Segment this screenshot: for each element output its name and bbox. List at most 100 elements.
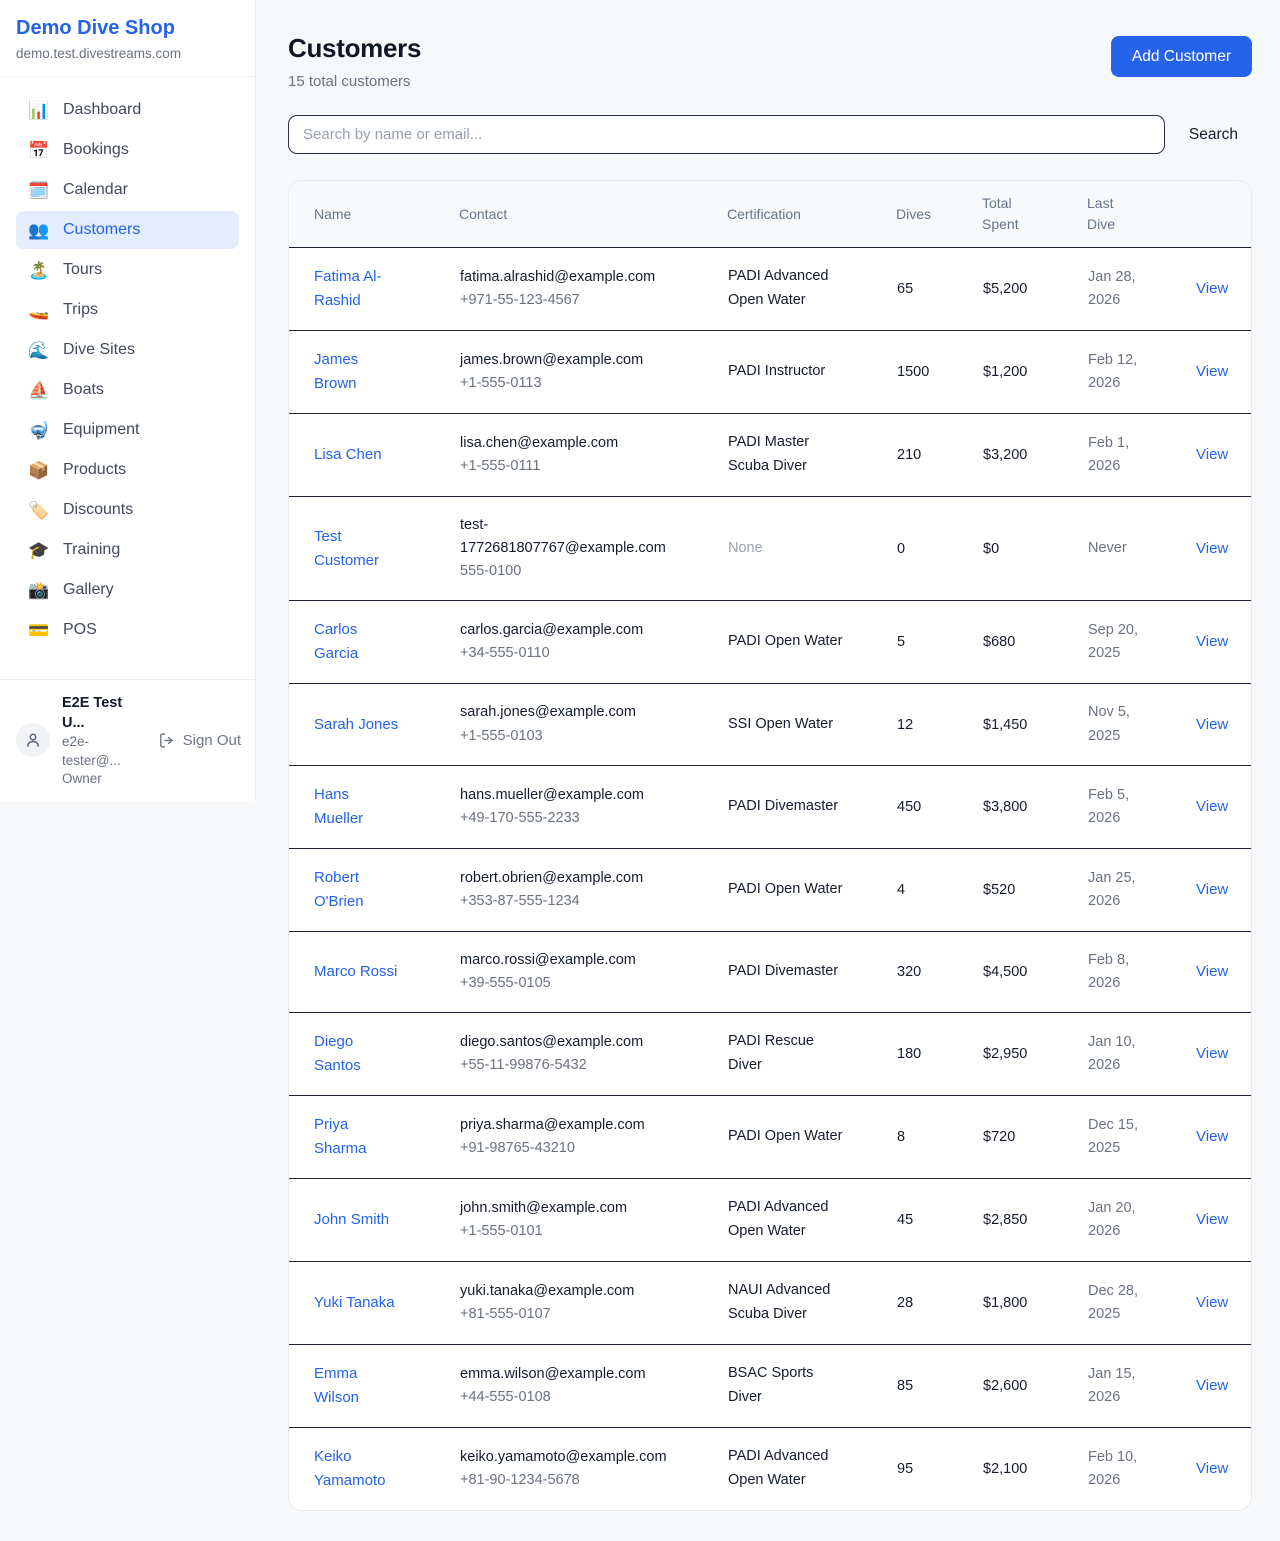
customer-last-dive: Jan 15, 2026 [1088, 1363, 1143, 1409]
customer-name-link[interactable]: Marco Rossi [314, 960, 397, 984]
customer-certification: PADI Divemaster [728, 960, 846, 984]
customer-view-link[interactable]: View [1196, 446, 1228, 463]
customer-last-dive: Jan 25, 2026 [1088, 867, 1143, 913]
customer-phone: +34-555-0110 [460, 642, 671, 665]
customer-last-dive: Feb 10, 2026 [1088, 1446, 1143, 1492]
user-email: e2e-tester@... [62, 733, 146, 769]
customer-view-link[interactable]: View [1196, 363, 1228, 380]
sidebar-item-training[interactable]: 🎓 Training [16, 531, 239, 569]
customer-name-link[interactable]: James Brown [314, 348, 402, 396]
sidebar-item-dashboard[interactable]: 📊 Dashboard [16, 91, 239, 129]
search-button[interactable]: Search [1189, 126, 1252, 144]
customer-total-spent: $3,800 [983, 799, 1027, 815]
customer-name-link[interactable]: Keiko Yamamoto [314, 1445, 402, 1493]
column-header-name: Name [289, 181, 459, 248]
customer-certification: PADI Advanced Open Water [728, 1196, 846, 1244]
sign-out-button[interactable]: Sign Out [158, 732, 241, 749]
customer-phone: +353-87-555-1234 [460, 890, 671, 913]
customer-phone: +44-555-0108 [460, 1386, 671, 1409]
customer-last-dive: Never [1088, 537, 1127, 560]
search-input[interactable] [288, 115, 1165, 154]
add-customer-button[interactable]: Add Customer [1111, 36, 1252, 77]
customer-total-spent: $1,800 [983, 1295, 1027, 1311]
customer-total-spent: $720 [983, 1129, 1015, 1145]
customer-total-spent: $4,500 [983, 964, 1027, 980]
customer-certification: SSI Open Water [728, 713, 846, 737]
customer-name-link[interactable]: Fatima Al-Rashid [314, 265, 402, 313]
customer-dives: 1500 [897, 364, 929, 380]
sidebar-item-boats[interactable]: ⛵ Boats [16, 371, 239, 409]
customer-dives: 8 [897, 1129, 905, 1145]
customer-name-link[interactable]: Yuki Tanaka [314, 1291, 395, 1315]
customer-last-dive: Feb 8, 2026 [1088, 949, 1143, 995]
customer-phone: +81-90-1234-5678 [460, 1469, 671, 1492]
customer-view-link[interactable]: View [1196, 1045, 1228, 1062]
table-row: Marco Rossi marco.rossi@example.com +39-… [289, 931, 1252, 1012]
customer-name-link[interactable]: John Smith [314, 1208, 389, 1232]
customer-name-link[interactable]: Sarah Jones [314, 713, 398, 737]
customer-dives: 450 [897, 799, 921, 815]
customer-certification: PADI Open Water [728, 878, 846, 902]
customer-name-link[interactable]: Priya Sharma [314, 1113, 402, 1161]
customer-view-link[interactable]: View [1196, 540, 1228, 557]
sidebar-item-products[interactable]: 📦 Products [16, 451, 239, 489]
customer-name-link[interactable]: Robert O'Brien [314, 866, 402, 914]
table-row: Priya Sharma priya.sharma@example.com +9… [289, 1096, 1252, 1179]
sidebar-item-discounts[interactable]: 🏷️ Discounts [16, 491, 239, 529]
table-row: Fatima Al-Rashid fatima.alrashid@example… [289, 248, 1252, 331]
customer-view-link[interactable]: View [1196, 881, 1228, 898]
bookings-icon: 📅 [28, 142, 50, 159]
customer-total-spent: $2,600 [983, 1378, 1027, 1394]
sidebar-nav: 📊 Dashboard 📅 Bookings 🗓️ Calendar 👥 Cus… [0, 77, 255, 649]
column-header-dives: Dives [896, 181, 982, 248]
sidebar-item-pos[interactable]: 💳 POS [16, 611, 239, 649]
customer-view-link[interactable]: View [1196, 716, 1228, 733]
customer-email: yuki.tanaka@example.com [460, 1280, 671, 1303]
customer-view-link[interactable]: View [1196, 1294, 1228, 1311]
customer-view-link[interactable]: View [1196, 1211, 1228, 1228]
pos-icon: 💳 [28, 622, 50, 639]
customer-name-link[interactable]: Carlos Garcia [314, 618, 402, 666]
table-row: Keiko Yamamoto keiko.yamamoto@example.co… [289, 1427, 1252, 1510]
sidebar-item-customers[interactable]: 👥 Customers [16, 211, 239, 249]
customer-view-link[interactable]: View [1196, 1128, 1228, 1145]
customer-email: priya.sharma@example.com [460, 1114, 671, 1137]
customer-view-link[interactable]: View [1196, 798, 1228, 815]
customer-phone: +1-555-0103 [460, 725, 671, 748]
sidebar-item-gallery[interactable]: 📸 Gallery [16, 571, 239, 609]
app: Demo Dive Shop demo.test.divestreams.com… [0, 0, 1280, 1541]
avatar [16, 723, 50, 757]
customer-certification: PADI Advanced Open Water [728, 265, 846, 313]
column-header-total-spent: Total Spent [982, 181, 1087, 248]
customer-phone: +971-55-123-4567 [460, 289, 671, 312]
sidebar-item-calendar[interactable]: 🗓️ Calendar [16, 171, 239, 209]
customer-phone: +1-555-0101 [460, 1220, 671, 1243]
customer-name-link[interactable]: Emma Wilson [314, 1362, 402, 1410]
customer-name-link[interactable]: Lisa Chen [314, 443, 382, 467]
customer-last-dive: Dec 28, 2025 [1088, 1280, 1143, 1326]
customer-dives: 85 [897, 1378, 913, 1394]
discounts-icon: 🏷️ [28, 502, 50, 519]
customer-total-spent: $520 [983, 882, 1015, 898]
customer-dives: 45 [897, 1212, 913, 1228]
customer-view-link[interactable]: View [1196, 633, 1228, 650]
customer-view-link[interactable]: View [1196, 963, 1228, 980]
customer-dives: 4 [897, 882, 905, 898]
page-header: Customers 15 total customers Add Custome… [288, 33, 1252, 90]
sidebar-item-dive-sites[interactable]: 🌊 Dive Sites [16, 331, 239, 369]
customer-name-link[interactable]: Diego Santos [314, 1030, 402, 1078]
sidebar-item-equipment[interactable]: 🤿 Equipment [16, 411, 239, 449]
customer-name-link[interactable]: Hans Mueller [314, 783, 402, 831]
customer-phone: +91-98765-43210 [460, 1137, 671, 1160]
sidebar-item-tours[interactable]: 🏝️ Tours [16, 251, 239, 289]
customer-view-link[interactable]: View [1196, 280, 1228, 297]
person-icon [24, 731, 42, 749]
customer-view-link[interactable]: View [1196, 1377, 1228, 1394]
sidebar-item-bookings[interactable]: 📅 Bookings [16, 131, 239, 169]
customers-table-card: NameContactCertificationDivesTotal Spent… [288, 180, 1252, 1511]
customer-view-link[interactable]: View [1196, 1460, 1228, 1477]
customer-name-link[interactable]: Test Customer [314, 525, 402, 573]
sidebar-item-trips[interactable]: 🚤 Trips [16, 291, 239, 329]
table-row: Diego Santos diego.santos@example.com +5… [289, 1013, 1252, 1096]
tours-icon: 🏝️ [28, 262, 50, 279]
